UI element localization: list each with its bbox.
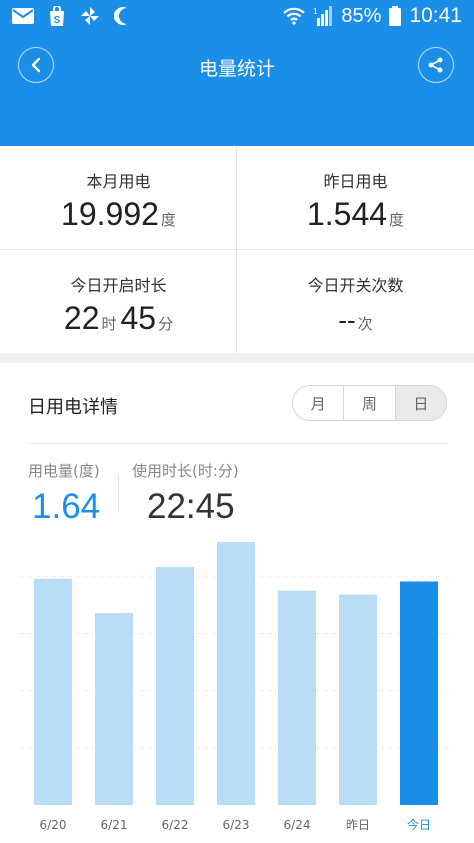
wifi-icon: [283, 7, 306, 25]
x-tick-label: 6/22: [162, 818, 189, 832]
detail-separator: [28, 443, 448, 444]
usage-label: 用电量(度): [28, 462, 100, 480]
x-tick-label: 6/24: [284, 818, 311, 832]
today-on-duration-card: 今日开启时长 22 时 45 分: [0, 250, 237, 353]
switch-count-value: --: [338, 305, 356, 335]
mail-icon: [12, 8, 34, 24]
switch-count-label: 今日开关次数: [307, 276, 404, 295]
yesterday-usage-unit: 度: [389, 211, 405, 229]
status-bar: S 1 85% 10:41: [0, 0, 474, 34]
share-button[interactable]: [418, 47, 454, 83]
period-tabs: 月 周 日: [292, 385, 447, 421]
metric-divider: [118, 475, 119, 513]
horizontal-divider: [0, 249, 474, 250]
today-minutes-unit: 分: [158, 315, 174, 333]
today-hours-unit: 时: [101, 315, 117, 333]
month-usage-unit: 度: [160, 211, 176, 229]
bar-6/21[interactable]: [95, 613, 133, 805]
today-on-duration-label: 今日开启时长: [70, 276, 167, 295]
shopping-bag-icon: S: [50, 6, 64, 26]
page-title: 电量统计: [198, 58, 275, 80]
app-header: 电量统计: [0, 34, 474, 146]
pinwheel-icon: [81, 7, 99, 25]
yesterday-usage-label: 昨日用电: [323, 172, 388, 191]
battery-percent: 85%: [341, 4, 382, 27]
usage-value: 1.64: [32, 487, 101, 526]
tab-day[interactable]: 日: [394, 386, 446, 420]
clock: 10:41: [409, 4, 462, 27]
switch-count-unit: 次: [357, 315, 373, 333]
x-tick-label: 6/21: [101, 818, 128, 832]
bar-6/24[interactable]: [278, 590, 316, 805]
duration-label: 使用时长(时:分): [132, 462, 239, 480]
yesterday-usage-card: 昨日用电 1.544 度: [237, 146, 474, 249]
bar-6/20[interactable]: [34, 578, 72, 805]
daily-usage-chart: 6/20 6/21 6/22 6/23 6/24 昨日 今日: [20, 542, 454, 832]
switch-count-value-line: -- 次: [237, 300, 474, 337]
svg-text:1: 1: [313, 7, 318, 16]
daily-detail-panel: 日用电详情 月 周 日 用电量(度) 1.64 使用时长(时:分) 22:45 …: [0, 363, 474, 843]
share-icon: [428, 57, 443, 73]
yesterday-usage-value-line: 1.544 度: [237, 196, 474, 233]
today-on-duration-value-line: 22 时 45 分: [0, 300, 237, 337]
yesterday-usage-value: 1.544: [306, 196, 388, 232]
detail-title: 日用电详情: [28, 397, 118, 418]
bar-昨日[interactable]: [339, 594, 377, 805]
tab-week[interactable]: 周: [343, 386, 394, 420]
today-hours-value: 22: [63, 300, 100, 336]
bar-6/23[interactable]: [217, 542, 255, 805]
x-tick-label: 6/20: [40, 818, 67, 832]
bar-6/22[interactable]: [156, 566, 194, 805]
battery-icon: [389, 6, 402, 26]
x-tick-label: 昨日: [346, 818, 370, 832]
bar-今日[interactable]: [400, 581, 438, 805]
x-tick-label: 今日: [407, 817, 431, 832]
moon-icon: [114, 7, 127, 25]
month-usage-value-line: 19.992 度: [0, 196, 237, 233]
x-tick-label: 6/23: [223, 818, 250, 832]
svg-text:S: S: [54, 15, 61, 26]
month-usage-label: 本月用电: [86, 172, 151, 191]
month-usage-value: 19.992: [61, 196, 159, 232]
signal-icon: 1: [313, 6, 333, 26]
stats-grid: 本月用电 19.992 度 昨日用电 1.544 度 今日开启时长 22 时 45 分 今…: [0, 146, 474, 353]
month-usage-card: 本月用电 19.992 度: [0, 146, 237, 249]
tab-month[interactable]: 月: [293, 386, 343, 420]
today-minutes-value: 45: [120, 300, 157, 336]
duration-value: 22:45: [147, 487, 235, 526]
switch-count-card: 今日开关次数 -- 次: [237, 250, 474, 353]
